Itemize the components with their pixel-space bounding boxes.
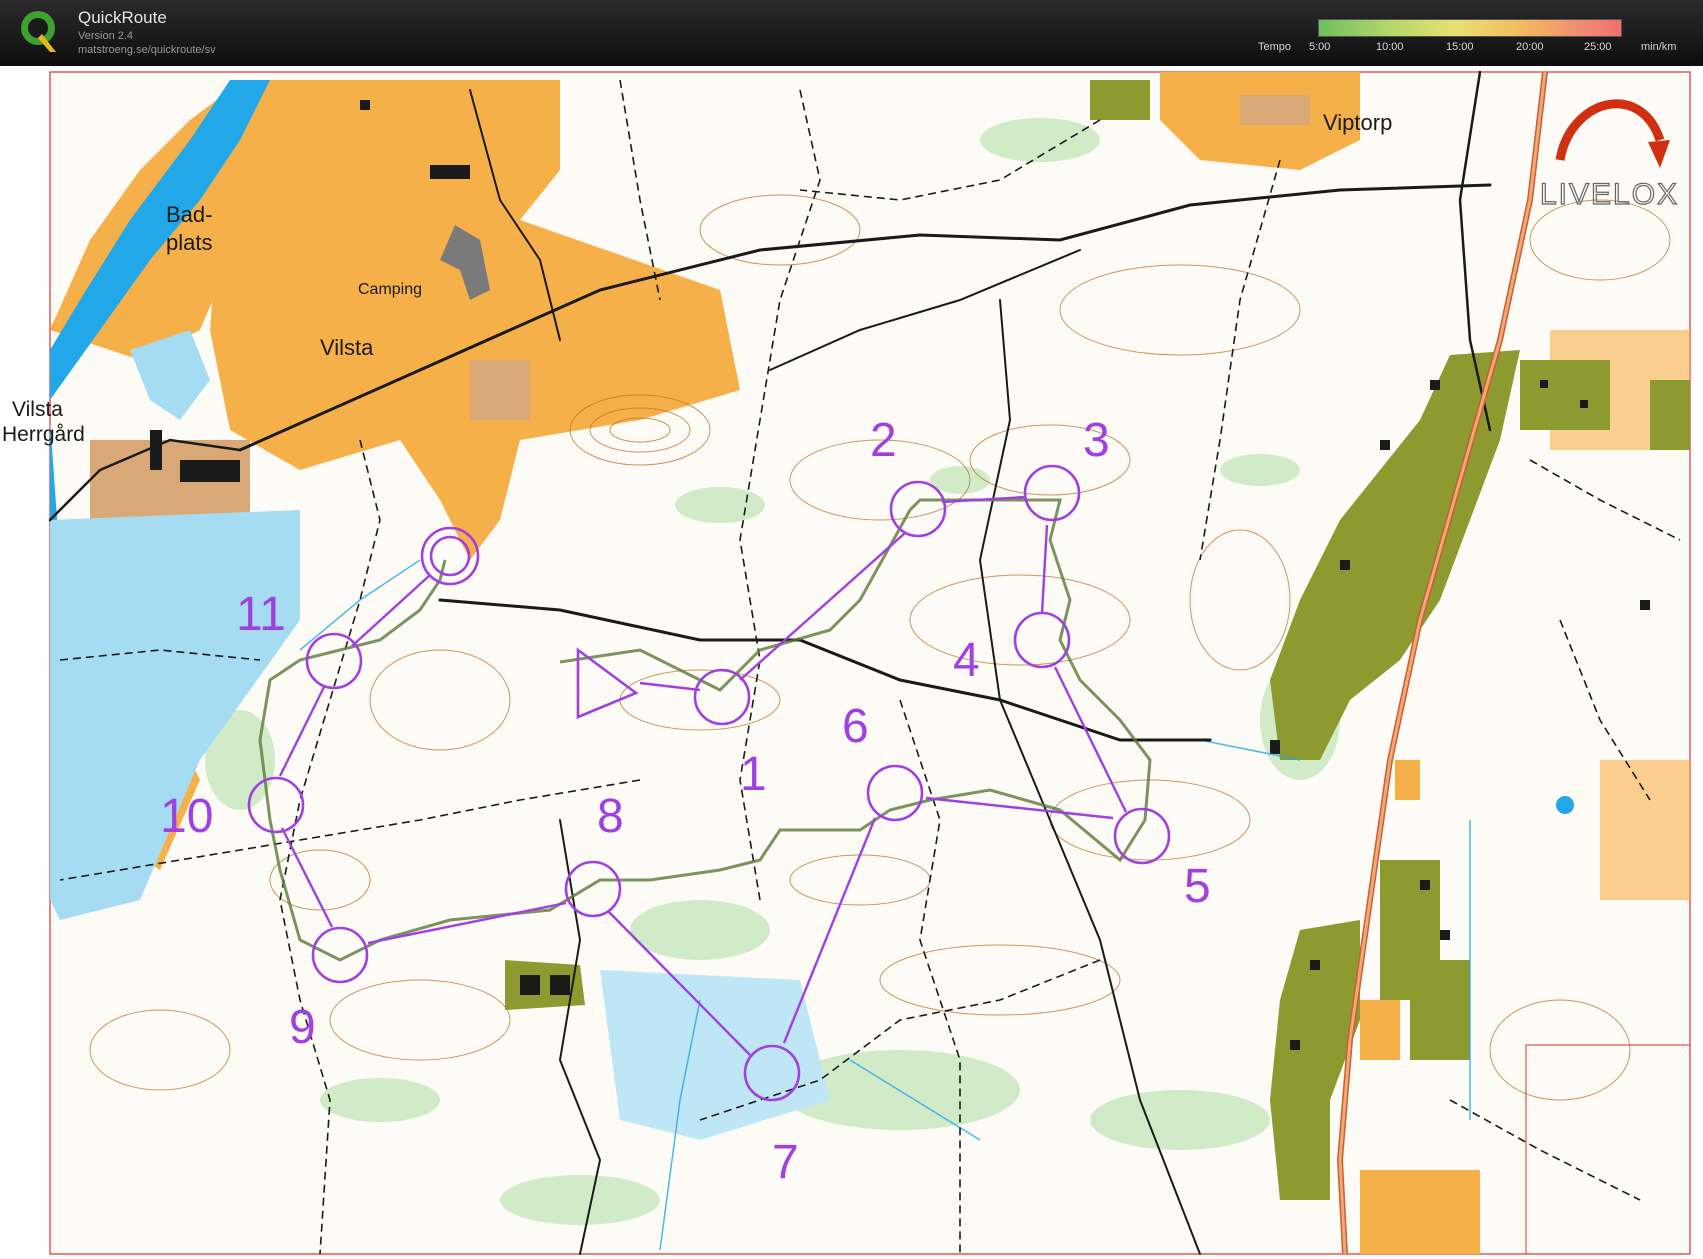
place-badplats-2: plats	[166, 230, 212, 255]
tempo-tick: 20:00	[1516, 41, 1544, 53]
control-number-9: 9	[289, 1001, 316, 1054]
tempo-label: Tempo	[1258, 41, 1292, 53]
control-number-2: 2	[870, 414, 897, 467]
tempo-color-scale	[1318, 19, 1622, 37]
tempo-tick: 15:00	[1446, 41, 1474, 53]
control-number-5: 5	[1184, 860, 1211, 913]
control-number-10: 10	[160, 790, 213, 843]
control-number-3: 3	[1083, 414, 1110, 467]
app-title: QuickRoute	[78, 8, 167, 27]
place-viptorp: Viptorp	[1323, 110, 1392, 135]
tempo-tick: 5:00	[1309, 41, 1331, 53]
control-number-1: 1	[740, 748, 767, 801]
control-number-4: 4	[953, 634, 980, 687]
app-url[interactable]: matstroeng.se/quickroute/sv	[78, 44, 216, 56]
app-version: Version 2.4	[78, 30, 134, 42]
control-number-11: 11	[236, 588, 286, 641]
tempo-tick: 10:00	[1376, 41, 1404, 53]
place-vilsta-herrgard-1: Vilsta	[12, 398, 63, 421]
place-camping: Camping	[358, 281, 422, 298]
place-vilsta-herrgard-2: Herrgård	[2, 423, 85, 446]
tempo-unit: min/km	[1641, 41, 1677, 53]
app-header: QuickRoute Version 2.4 matstroeng.se/qui…	[0, 0, 1703, 66]
control-number-7: 7	[772, 1136, 799, 1189]
livelox-text: LIVELOX	[1540, 178, 1679, 211]
place-vilsta: Vilsta	[320, 335, 374, 360]
place-badplats-1: Bad-	[166, 202, 212, 227]
tempo-tick: 25:00	[1584, 41, 1612, 53]
control-number-6: 6	[842, 700, 869, 753]
orienteering-map[interactable]: 1 2 3 4 5 6 7 8 9 10 11 Bad- plats Campi…	[0, 66, 1703, 1259]
control-number-8: 8	[597, 790, 624, 843]
quickroute-logo-icon	[21, 11, 56, 52]
